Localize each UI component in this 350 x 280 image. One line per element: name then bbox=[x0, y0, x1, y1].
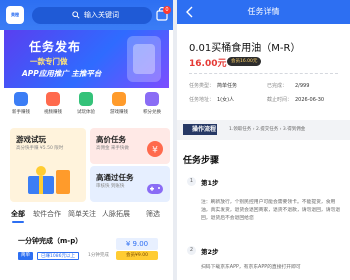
category-label: 视频赚钱 bbox=[44, 110, 62, 115]
meta-completed: 已完成： 2/999 bbox=[267, 82, 309, 89]
step-label: 第2步 bbox=[201, 248, 219, 256]
step-text: 扫码下载京东APP，有京东APP的直接打开即可 bbox=[201, 265, 301, 270]
category-label: 游戏赚钱 bbox=[110, 110, 128, 115]
operation-flow: 操作流程 1.领取任务 › 2.提交任务 › 3.得到佣金 bbox=[177, 120, 350, 140]
banner-title: 任务发布 bbox=[29, 40, 82, 54]
meta-task-address: 任务地址： 1(女)人 bbox=[189, 96, 234, 103]
task-summary-card: 0.01买桶食用油（M-R） 16.00元 会员16.00元 任务类型： 简单任务… bbox=[177, 24, 350, 120]
home-screen: 美橙 输入关键词 0 任务发布 一款专门做 APP应用推广 主推平台 新手赚钱 … bbox=[0, 0, 173, 280]
card-subtitle: 审核快 到账快 bbox=[96, 184, 125, 189]
search-placeholder: 输入关键词 bbox=[84, 11, 119, 19]
home-header: 美橙 输入关键词 0 bbox=[0, 0, 173, 30]
task-list-item[interactable]: 一分钟完成（m-p） ¥ 9.00 会员¥9.00 简单 已赚1086元以上 1… bbox=[10, 230, 168, 280]
category-item-trial[interactable]: 试玩体验 bbox=[71, 92, 101, 115]
meta-task-type: 任务类型： 简单任务 bbox=[189, 82, 237, 89]
trial-icon bbox=[79, 92, 93, 106]
app-logo: 美橙 bbox=[6, 6, 24, 24]
meta-key: 截止时间： bbox=[267, 97, 293, 103]
task-title: 一分钟完成（m-p） bbox=[18, 237, 83, 245]
banner-line2: APP应用推广 主推平台 bbox=[22, 69, 102, 78]
task-detail-screen: 任务详情 0.01买桶食用油（M-R） 16.00元 会员16.00元 任务类型… bbox=[177, 0, 350, 280]
page-title: 任务详情 bbox=[247, 7, 280, 16]
search-icon bbox=[72, 11, 80, 19]
card-subtitle: 高佣金 来手快做 bbox=[96, 146, 129, 151]
step-number: 1 bbox=[187, 177, 196, 186]
divider bbox=[189, 73, 338, 74]
search-bar[interactable]: 输入关键词 bbox=[32, 7, 152, 24]
game-icon bbox=[112, 92, 126, 106]
category-label: 试玩体验 bbox=[77, 110, 95, 115]
points-icon bbox=[145, 92, 159, 106]
meta-key: 任务类型： bbox=[189, 83, 215, 89]
gamepad-icon bbox=[147, 184, 163, 194]
category-label: 积分兑换 bbox=[143, 110, 161, 115]
card-high-price[interactable]: 高价任务 高佣金 来手快做 ¥ bbox=[90, 128, 170, 164]
task-price: ¥ 9.00 bbox=[116, 238, 158, 250]
card-high-approval[interactable]: 高通过任务 审核快 到账快 bbox=[90, 166, 170, 202]
task-tag-simple: 简单 bbox=[18, 252, 33, 260]
flow-steps: 1.领取任务 › 2.提交任务 › 3.得到佣金 bbox=[229, 127, 306, 132]
tab-all[interactable]: 全部 bbox=[11, 209, 25, 219]
category-item-points[interactable]: 积分兑换 bbox=[137, 92, 167, 115]
step-text: 注：刷新放行，个别民控用户可能会需要领卡。不能提货，食用油，真实发货，退货会退回… bbox=[201, 200, 341, 221]
newbie-icon bbox=[14, 92, 28, 106]
gift-box-icon bbox=[28, 166, 70, 194]
meta-key: 任务地址： bbox=[189, 97, 215, 103]
feature-cards: 游戏试玩 高分快手赚 ¥5.50 限时 高价任务 高佣金 来手快做 ¥ 高通过任… bbox=[10, 128, 170, 202]
tab-software[interactable]: 软件合作 bbox=[33, 209, 61, 219]
promo-banner[interactable]: 任务发布 一款专门做 APP应用推广 主推平台 bbox=[4, 30, 169, 88]
flow-label: 操作流程 bbox=[183, 124, 217, 135]
svg-text:¥: ¥ bbox=[152, 146, 158, 156]
card-title: 游戏试玩 bbox=[16, 135, 46, 144]
task-tag-earned: 已赚1086元以上 bbox=[37, 252, 79, 260]
tab-network[interactable]: 人脉拓展 bbox=[102, 209, 130, 219]
category-item-game[interactable]: 游戏赚钱 bbox=[104, 92, 134, 115]
category-label: 新手赚钱 bbox=[12, 110, 30, 115]
task-name: 0.01买桶食用油（M-R） bbox=[189, 43, 301, 54]
meta-value: 简单任务 bbox=[217, 83, 238, 89]
meta-deadline: 截止时间： 2026-06-30 bbox=[267, 96, 324, 103]
banner-line1: 一款专门做 bbox=[30, 57, 68, 66]
task-amount: 16.00元 bbox=[189, 59, 227, 69]
tab-follow[interactable]: 简单关注 bbox=[68, 209, 96, 219]
bag-badge: 0 bbox=[163, 6, 171, 14]
task-vip-price: 会员¥9.00 bbox=[116, 251, 158, 260]
steps-title: 任务步骤 bbox=[183, 156, 220, 166]
category-icons: 新手赚钱 视频赚钱 试玩体验 游戏赚钱 积分兑换 bbox=[0, 92, 173, 128]
task-duration: 1分钟完成 bbox=[88, 253, 109, 258]
task-filter-tabs: 全部 软件合作 简单关注 人脉拓展 筛选 bbox=[0, 207, 173, 223]
card-title: 高价任务 bbox=[96, 135, 126, 144]
active-tab-indicator bbox=[12, 221, 24, 223]
category-item-video[interactable]: 视频赚钱 bbox=[38, 92, 68, 115]
meta-value: 2026-06-30 bbox=[295, 97, 325, 103]
card-game-trial[interactable]: 游戏试玩 高分快手赚 ¥5.50 限时 bbox=[10, 128, 86, 202]
category-item-newbie[interactable]: 新手赚钱 bbox=[6, 92, 36, 115]
coin-icon: ¥ bbox=[147, 141, 163, 157]
task-steps-section: 任务步骤 1 第1步 注：刷新放行，个别民控用户可能会需要领卡。不能提货，食用油… bbox=[177, 140, 350, 280]
video-icon bbox=[46, 92, 60, 106]
detail-header: 任务详情 bbox=[177, 0, 350, 24]
filter-button[interactable]: 筛选 bbox=[146, 209, 160, 219]
step-number: 2 bbox=[187, 246, 196, 255]
meta-key: 已完成： bbox=[267, 83, 288, 89]
vip-badge: 会员16.00元 bbox=[227, 57, 262, 66]
card-title: 高通过任务 bbox=[96, 173, 134, 182]
card-subtitle: 高分快手赚 ¥5.50 限时 bbox=[16, 146, 64, 151]
meta-value: 2/999 bbox=[295, 83, 310, 89]
meta-value: 1(女)人 bbox=[217, 97, 235, 103]
step-label: 第1步 bbox=[201, 179, 219, 187]
banner-phone-screen bbox=[133, 44, 155, 74]
